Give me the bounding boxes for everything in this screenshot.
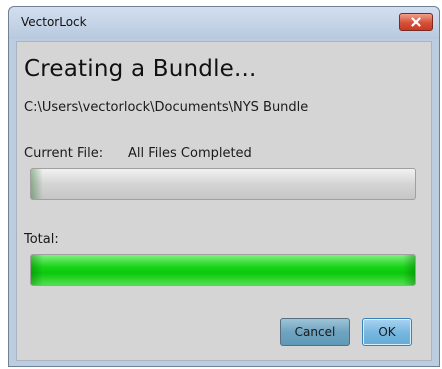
current-file-progress-bar xyxy=(30,168,416,200)
close-button[interactable] xyxy=(399,13,433,31)
dialog-heading: Creating a Bundle... xyxy=(24,56,257,82)
close-icon xyxy=(411,17,421,27)
total-progress-bar xyxy=(30,254,416,286)
dialog-body xyxy=(16,41,432,361)
bundle-path: C:\Users\vectorlock\Documents\NYS Bundle xyxy=(24,100,309,115)
window-title: VectorLock xyxy=(21,15,87,29)
total-progress-fill xyxy=(31,255,415,285)
title-bar[interactable]: VectorLock xyxy=(9,7,439,39)
cancel-button[interactable]: Cancel xyxy=(280,318,350,346)
current-file-label: Current File: xyxy=(24,146,104,161)
total-label: Total: xyxy=(24,232,59,247)
ok-button[interactable]: OK xyxy=(362,318,412,346)
current-file-value: All Files Completed xyxy=(128,146,252,161)
current-file-row: Current File: All Files Completed xyxy=(24,146,252,161)
